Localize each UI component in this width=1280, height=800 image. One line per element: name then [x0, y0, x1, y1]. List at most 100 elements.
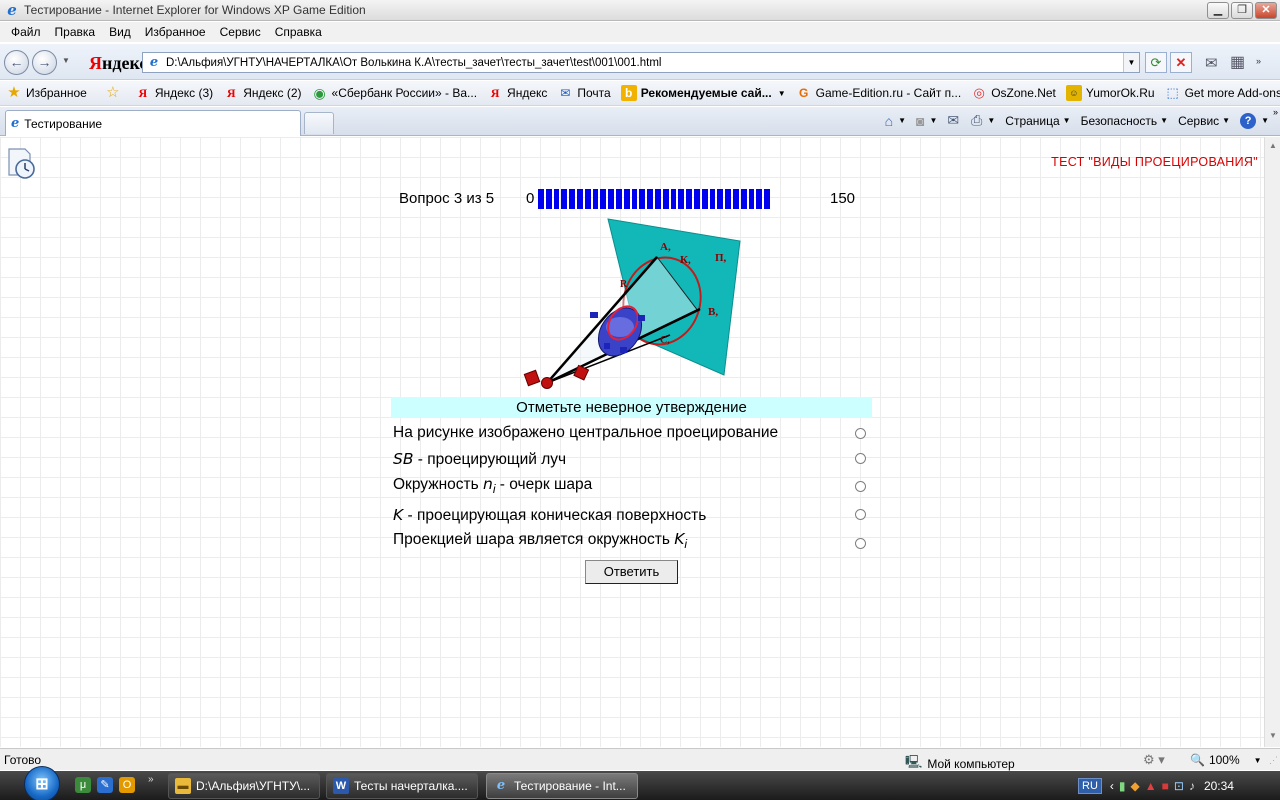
timer-icon[interactable] — [6, 145, 38, 179]
chevron-down-icon[interactable]: ▼ — [778, 89, 786, 98]
game-edition-icon: G — [798, 86, 809, 100]
vertical-scrollbar[interactable]: ▲ ▼ — [1264, 137, 1280, 747]
fav-link-game-edition[interactable]: G Game-Edition.ru - Сайт п... — [796, 85, 961, 101]
yandex-logo[interactable]: Яндекс — [89, 53, 147, 74]
mail-check-icon[interactable]: ✉ — [1205, 54, 1218, 72]
answer-radio-2[interactable] — [855, 453, 866, 464]
chevron-more-icon[interactable]: » — [1273, 107, 1278, 117]
scroll-down-icon[interactable]: ▼ — [1267, 731, 1279, 743]
resize-grip-icon[interactable]: ⋰ — [1269, 755, 1278, 766]
protected-mode-icon[interactable]: ⚙ ▾ — [1143, 752, 1165, 768]
quicklaunch-more-icon[interactable]: » — [148, 774, 154, 785]
address-url[interactable]: D:\Альфия\УГНТУ\НАЧЕРТАЛКА\От Волькина К… — [166, 57, 661, 69]
address-input[interactable]: e D:\Альфия\УГНТУ\НАЧЕРТАЛКА\От Волькина… — [142, 52, 1140, 73]
start-button[interactable]: ⊞ — [24, 766, 60, 800]
address-dropdown-icon[interactable]: ▼ — [1123, 53, 1139, 72]
menu-tools[interactable]: Сервис — [213, 25, 268, 39]
help-button[interactable]: ? ▼ — [1237, 112, 1272, 129]
tray-expand-icon[interactable]: ‹ — [1110, 779, 1114, 793]
signal-icon[interactable]: ▮ — [1119, 779, 1126, 793]
tray-clock[interactable]: 20:34 — [1204, 779, 1234, 793]
forward-button[interactable]: → — [32, 50, 57, 75]
feeds-button[interactable]: ◙ ▼ — [913, 113, 940, 129]
tray-app-icon[interactable]: ◆ — [1131, 779, 1140, 793]
zoom-control[interactable]: 🔍 100% ▼ — [1190, 753, 1262, 767]
mail-icon: ✉ — [947, 112, 960, 128]
menu-help[interactable]: Справка — [268, 25, 329, 39]
menu-file[interactable]: Файл — [4, 25, 48, 39]
yandex-icon: Я — [226, 86, 236, 100]
services-icon[interactable]: ▦ — [1230, 52, 1245, 72]
answer-option-4[interactable]: K - проецирующая коническая поверхность — [393, 506, 706, 525]
add-favorite-button[interactable]: ☆ — [105, 85, 125, 101]
refresh-icon[interactable]: ⟳ — [1145, 52, 1167, 73]
fav-link-yumorok[interactable]: ☺ YumorOk.Ru — [1065, 85, 1155, 101]
menu-edit[interactable]: Правка — [48, 25, 103, 39]
read-mail-button[interactable]: ✉ — [944, 112, 964, 129]
home-button[interactable]: ⌂ ▼ — [882, 113, 909, 129]
fav-link-mail[interactable]: ✉ Почта — [557, 85, 610, 101]
chevron-down-icon: ▼ — [1062, 116, 1071, 125]
favorites-button[interactable]: ★ Избранное — [6, 85, 87, 101]
progress-segment — [538, 189, 544, 209]
answer-option-5[interactable]: Проекцией шара является окружность Ki — [393, 530, 687, 551]
fav-link-yandex-2[interactable]: Я Яндекс (2) — [223, 85, 302, 101]
fav-link-yandex-3[interactable]: Я Яндекс (3) — [135, 85, 213, 101]
chevron-down-icon[interactable]: ▼ — [987, 116, 995, 125]
answer-option-2[interactable]: SB - проецирующий луч — [393, 450, 566, 469]
projection-center-s — [541, 377, 553, 389]
pdf-icon[interactable]: ▲ — [1145, 779, 1157, 793]
taskbar-button-word[interactable]: W Тесты начерталка.... — [326, 773, 478, 799]
label-a: А, — [660, 241, 671, 253]
option-symbol: K — [674, 530, 685, 548]
answer-radio-4[interactable] — [855, 509, 866, 520]
safety-menu-button[interactable]: Безопасность ▼ — [1078, 114, 1171, 128]
fav-link-addons[interactable]: ⬚ Get more Add-ons ▼ — [1165, 85, 1280, 101]
stop-icon[interactable]: ✕ — [1170, 52, 1192, 73]
chevron-down-icon[interactable]: ▼ — [898, 116, 906, 125]
fav-link-yandex[interactable]: Я Яндекс — [487, 85, 548, 101]
fav-link-sberbank[interactable]: ◉ «Сбербанк России» - Ва... — [312, 85, 477, 101]
answer-radio-3[interactable] — [855, 481, 866, 492]
menu-view[interactable]: Вид — [102, 25, 138, 39]
tools-menu-button[interactable]: Сервис ▼ — [1175, 114, 1233, 128]
tab-testing[interactable]: e Тестирование — [5, 110, 301, 136]
answer-radio-1[interactable] — [855, 428, 866, 439]
quicklaunch-paint-icon[interactable]: ✎ — [97, 777, 113, 793]
mail-icon: ✉ — [560, 86, 571, 100]
menu-favorites[interactable]: Избранное — [138, 25, 213, 39]
answer-radio-5[interactable] — [855, 538, 866, 549]
fav-link-oszone[interactable]: ◎ OsZone.Net — [971, 85, 1056, 101]
fav-link-recommended[interactable]: b Рекомендуемые сай... ▼ — [620, 85, 786, 101]
close-icon[interactable]: ✕ — [1255, 2, 1277, 19]
back-button[interactable]: ← — [4, 50, 29, 75]
chevron-down-icon[interactable]: ▼ — [1254, 756, 1262, 765]
answer-option-1[interactable]: На рисунке изображено центральное проеци… — [393, 424, 778, 442]
restore-icon[interactable]: ❐ — [1231, 2, 1253, 19]
chevron-more-icon[interactable]: » — [1256, 56, 1261, 66]
antivirus-icon[interactable]: ■ — [1162, 779, 1169, 793]
page-menu-button[interactable]: Страница ▼ — [1002, 114, 1073, 128]
submit-answer-button[interactable]: Ответить — [585, 560, 678, 584]
minimize-icon[interactable]: ▁ — [1207, 2, 1229, 19]
status-bar: Готово 🖳 Мой компьютер ⚙ ▾ 🔍 100% ▼ ⋰ — [0, 748, 1280, 771]
network-icon[interactable]: ⊡ — [1174, 779, 1184, 793]
page-icon: e — [149, 55, 159, 70]
new-tab-button[interactable] — [304, 112, 334, 134]
quicklaunch-odnoklassniki-icon[interactable]: O — [119, 777, 135, 793]
history-dropdown-icon[interactable]: ▼ — [62, 56, 70, 65]
scroll-up-icon[interactable]: ▲ — [1267, 141, 1279, 153]
chevron-down-icon[interactable]: ▼ — [1261, 116, 1269, 125]
answer-option-3[interactable]: Окружность ni - очерк шара — [393, 475, 592, 496]
language-indicator[interactable]: RU — [1078, 777, 1102, 794]
print-button[interactable]: ⎙ ▼ — [968, 112, 998, 129]
progress-segment — [732, 189, 739, 209]
taskbar-button-ie[interactable]: e Тестирование - Int... — [486, 773, 638, 799]
volume-icon[interactable]: ♪ — [1189, 779, 1195, 793]
progress-segment — [756, 189, 763, 209]
quicklaunch-torrent-icon[interactable]: μ — [75, 777, 91, 793]
taskbar-button-explorer[interactable]: ▬ D:\Альфия\УГНТУ\... — [168, 773, 320, 799]
chevron-down-icon: ▼ — [1222, 116, 1231, 125]
question-counter: Вопрос 3 из 5 — [399, 190, 495, 207]
chevron-down-icon[interactable]: ▼ — [930, 116, 938, 125]
